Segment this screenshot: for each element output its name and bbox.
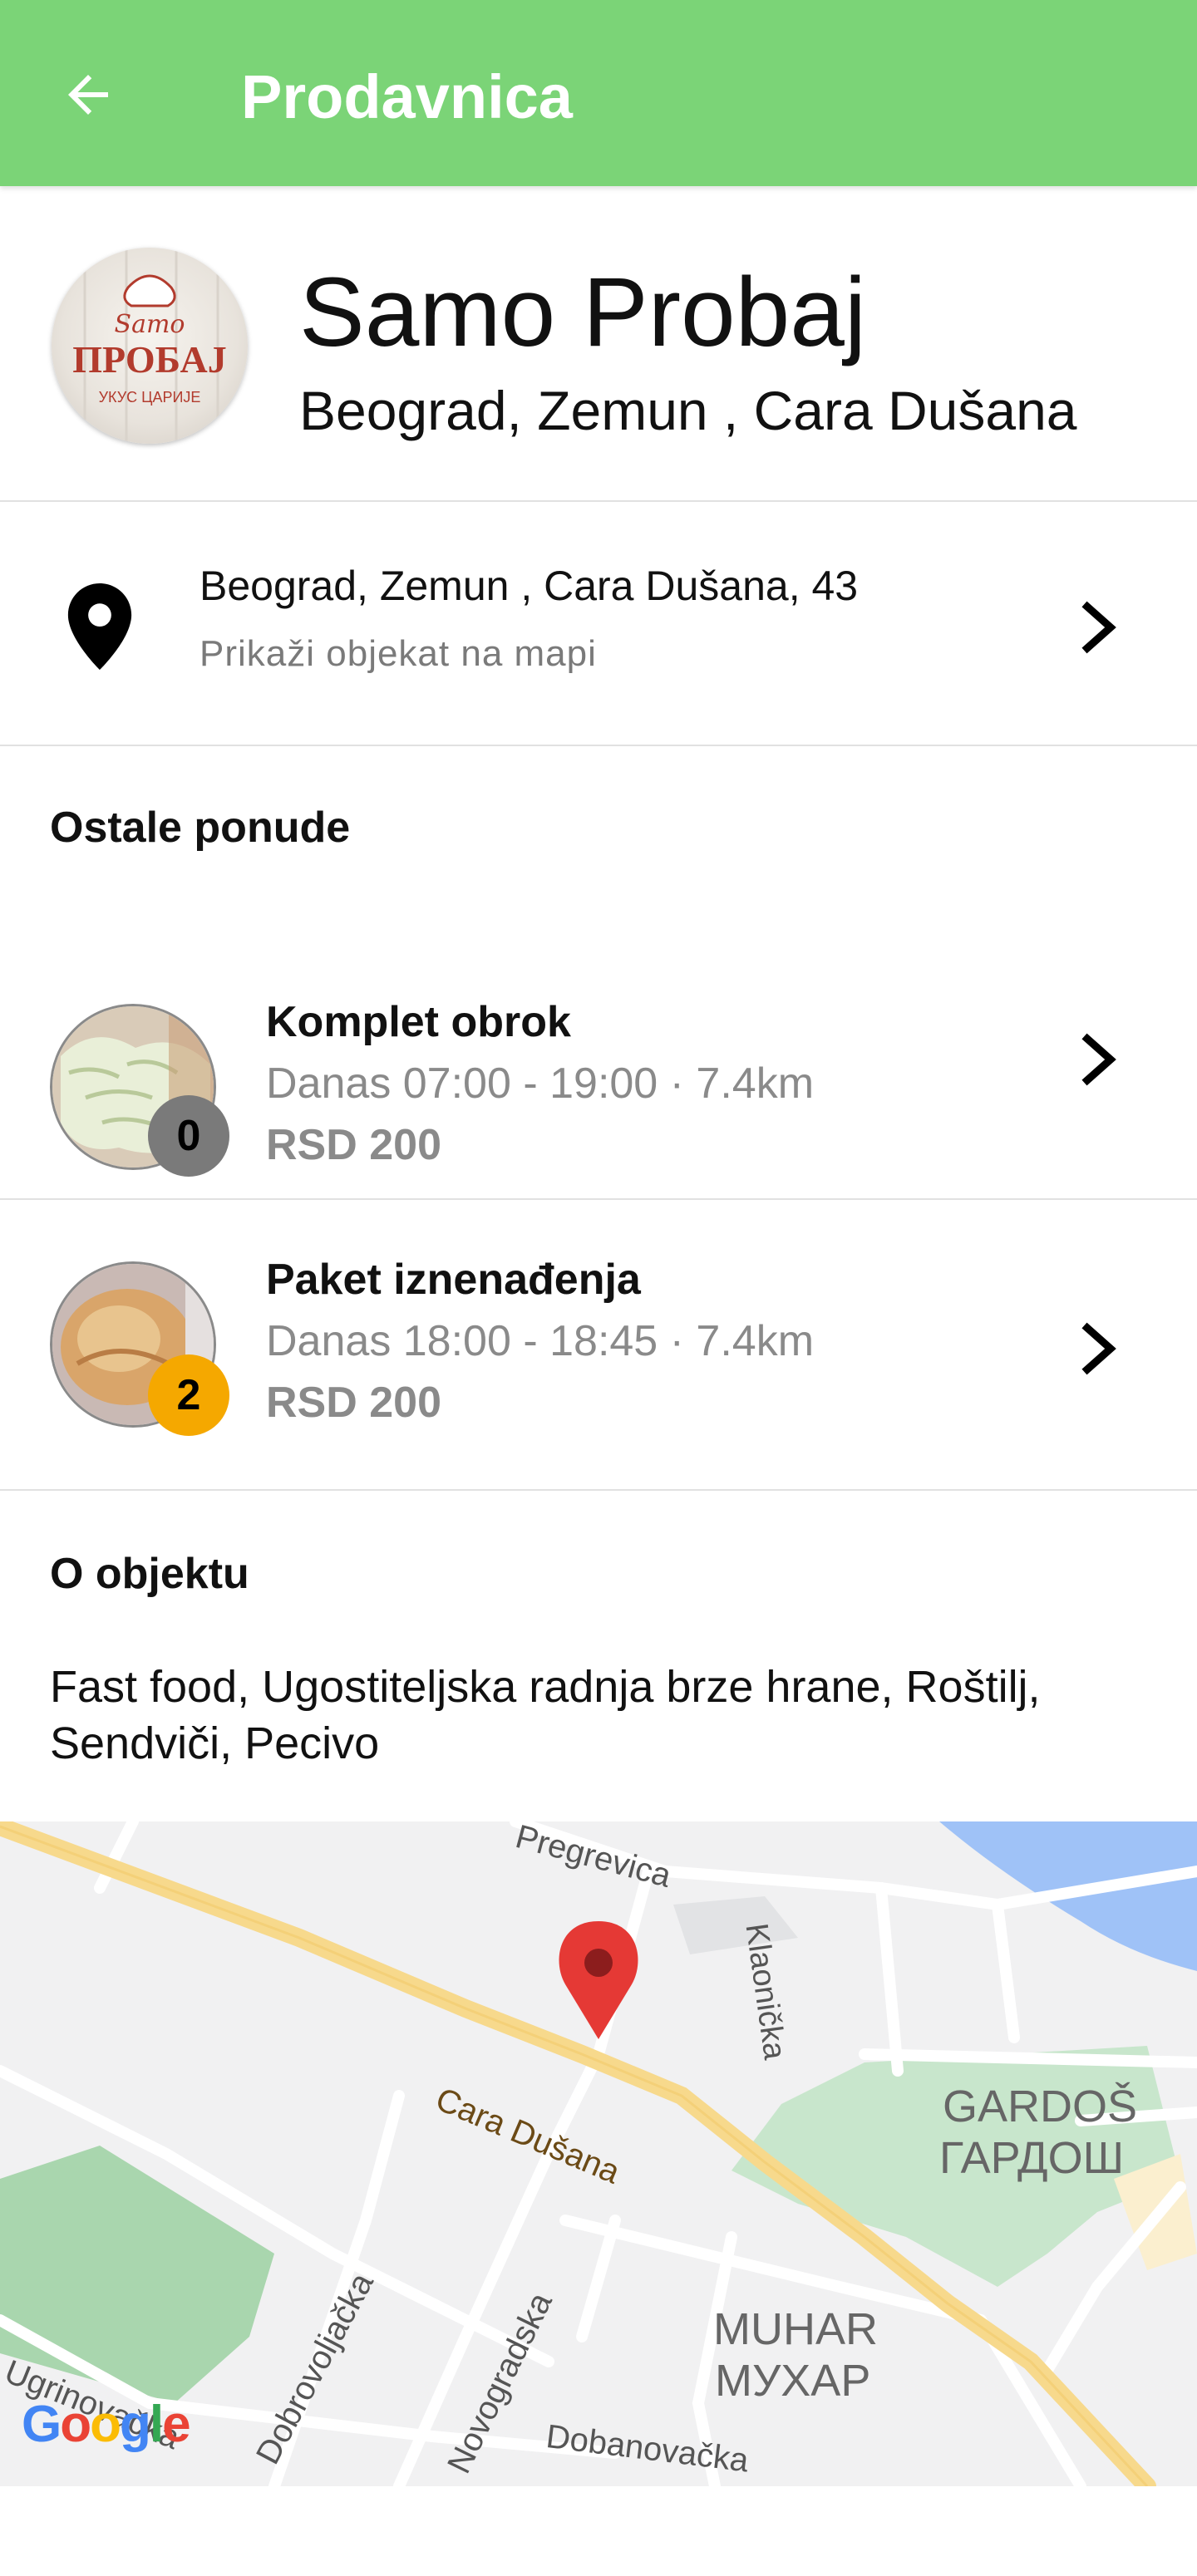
map-label-muhar-cyrillic: МУХАР xyxy=(715,2356,871,2406)
show-on-map-link[interactable]: Prikaži objekat na mapi xyxy=(200,633,597,675)
offer-time-distance: Danas 07:00 - 19:00 · 7.4km xyxy=(266,1059,815,1108)
page-title: Prodavnica xyxy=(241,62,573,131)
store-map[interactable]: Pregrevica Klaonička Cara Dušana GARDOŠ … xyxy=(0,1821,1197,2486)
offer-count-badge: 2 xyxy=(148,1354,229,1436)
svg-text:УКУС ЦАРИЈЕ: УКУС ЦАРИЈЕ xyxy=(99,389,201,406)
map-label-gardos-cyrillic: ГАРДОШ xyxy=(939,2133,1125,2183)
address-text: Beograd, Zemun , Cara Dušana, 43 xyxy=(200,563,859,609)
offer-item[interactable]: 0 Komplet obrok Danas 07:00 - 19:00 · 7.… xyxy=(0,907,1197,1198)
offers-section-title: Ostale ponude xyxy=(50,804,351,852)
divider xyxy=(0,1489,1197,1491)
arrow-left-icon[interactable] xyxy=(58,65,118,125)
map-marker-icon xyxy=(559,1921,638,2039)
store-name: Samo Probaj xyxy=(299,258,867,367)
map-label-gardos-latin: GARDOŠ xyxy=(943,2082,1138,2131)
app-bar: Prodavnica xyxy=(0,0,1197,186)
svg-text:Samo: Samo xyxy=(115,310,185,339)
offer-time-distance: Danas 18:00 - 18:45 · 7.4km xyxy=(266,1317,815,1365)
offer-price: RSD 200 xyxy=(266,1121,441,1169)
google-logo: Google xyxy=(22,2396,191,2453)
store-logo: Samo ПРОБАЈ УКУС ЦАРИЈЕ xyxy=(52,248,248,444)
map-pin-icon xyxy=(67,583,132,670)
address-row[interactable]: Beograd, Zemun , Cara Dušana, 43 Prikaži… xyxy=(0,502,1197,745)
offer-price: RSD 200 xyxy=(266,1379,441,1427)
chevron-right-icon xyxy=(1081,1322,1116,1375)
divider xyxy=(0,745,1197,746)
offer-name: Komplet obrok xyxy=(266,998,571,1046)
chevron-right-icon xyxy=(1081,601,1116,654)
about-section-title: O objektu xyxy=(50,1550,249,1598)
about-description: Fast food, Ugostiteljska radnja brze hra… xyxy=(50,1662,1041,1768)
offer-count-badge: 0 xyxy=(148,1095,229,1177)
offer-name: Paket iznenađenja xyxy=(266,1256,641,1304)
chevron-right-icon xyxy=(1081,1033,1116,1086)
map-label-muhar-latin: MUHAR xyxy=(713,2304,878,2354)
store-location: Beograd, Zemun , Cara Dušana xyxy=(299,380,1077,441)
offer-item[interactable]: 2 Paket iznenađenja Danas 18:00 - 18:45 … xyxy=(0,1200,1197,1491)
svg-text:ПРОБАЈ: ПРОБАЈ xyxy=(72,338,226,381)
store-header: Samo ПРОБАЈ УКУС ЦАРИЈЕ Samo Probaj Beog… xyxy=(0,186,1197,500)
